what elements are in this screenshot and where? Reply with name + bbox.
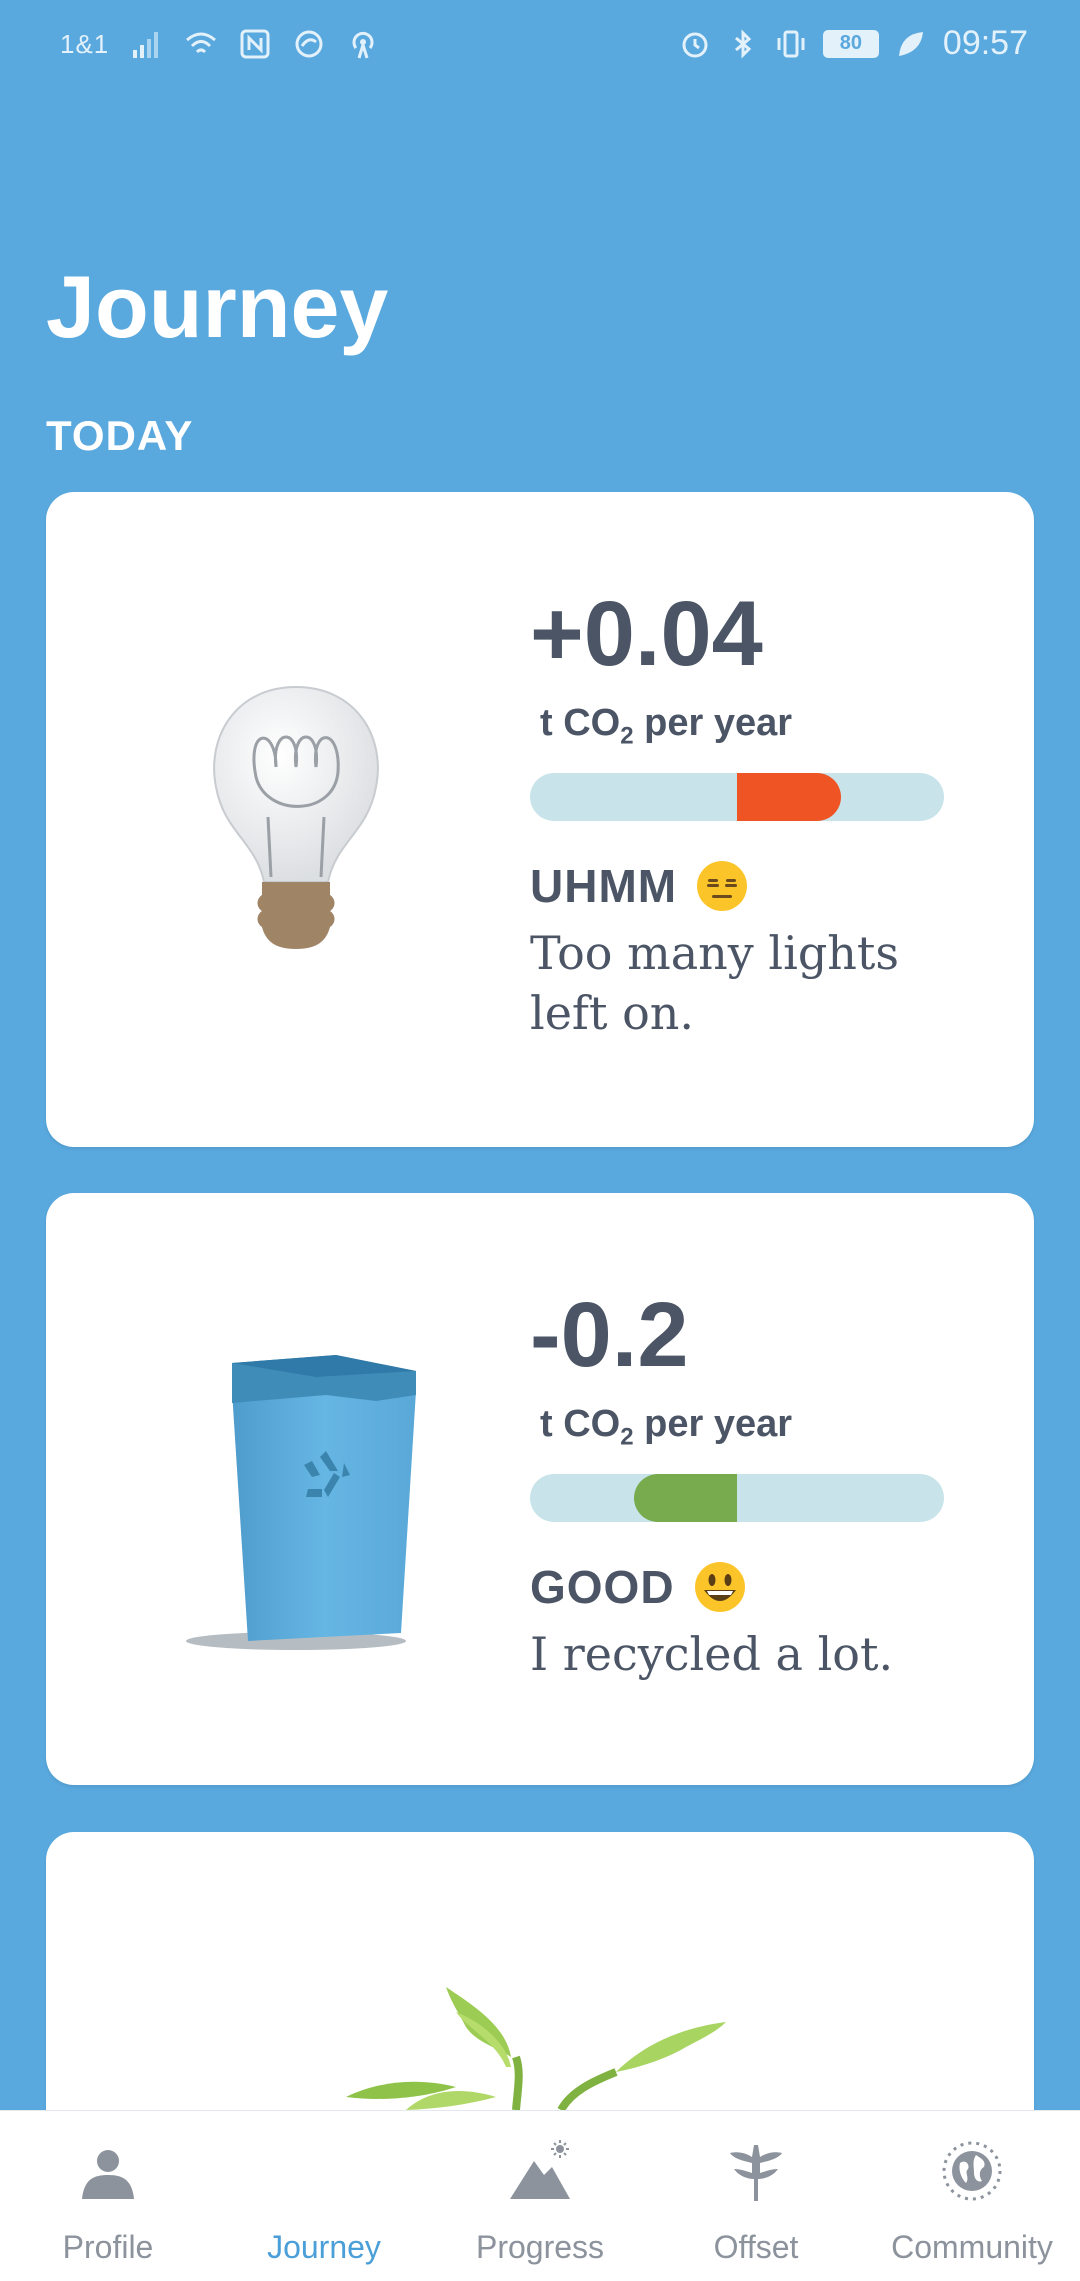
nav-item-profile[interactable]: Profile	[0, 2111, 216, 2281]
page-title: Journey	[46, 257, 389, 356]
rating-label: UHMM	[530, 859, 678, 912]
sync-icon	[295, 30, 323, 58]
nav-label: Journey	[267, 2229, 381, 2265]
status-bar: 1&1 80 09:57	[0, 0, 1080, 92]
co2-unit: t CO2 per year	[540, 702, 793, 750]
nav-item-progress[interactable]: Progress	[432, 2111, 648, 2281]
mountain-icon	[510, 2140, 570, 2199]
person-icon	[82, 2150, 134, 2199]
nav-label: Profile	[62, 2229, 154, 2265]
journey-card-lights[interactable]: +0.04 t CO2 per year UHMM Too many light…	[46, 492, 1034, 1147]
card-description: I recycled a lot.	[530, 1626, 894, 1681]
leaf-icon	[898, 31, 923, 56]
battery-level: 80	[822, 29, 879, 58]
rating-row: UHMM	[530, 859, 990, 913]
plant-icon	[346, 1987, 726, 2110]
nav-label: Offset	[713, 2229, 799, 2265]
nfc-icon	[240, 29, 270, 59]
card-info: +0.04 t CO2 per year UHMM Too many light…	[530, 588, 990, 1044]
co2-unit: t CO2 per year	[540, 1403, 793, 1451]
wifi-icon	[186, 32, 217, 54]
rating-row: GOOD	[530, 1560, 990, 1614]
card-description: Too many lights left on.	[530, 925, 899, 1041]
nav-label: Community	[891, 2229, 1053, 2265]
rating-label: GOOD	[530, 1560, 675, 1613]
globe-icon	[942, 2141, 1002, 2201]
section-label-today: TODAY	[46, 412, 194, 459]
nav-item-community[interactable]: Community	[864, 2111, 1080, 2281]
recycle-bin-icon	[186, 1355, 416, 1650]
bottom-navigation: Profile Journey Progress Offset Communit…	[0, 2110, 1080, 2281]
impact-gauge	[530, 1473, 944, 1522]
co2-delta: -0.2	[530, 1284, 689, 1386]
alarm-icon	[682, 32, 708, 57]
grinning-face-icon	[694, 1561, 745, 1612]
bluetooth-icon	[734, 28, 752, 59]
vibrate-icon	[777, 30, 805, 57]
signal-icon	[133, 32, 159, 58]
carrier-label: 1&1	[60, 28, 110, 59]
co2-delta: +0.04	[530, 583, 763, 685]
status-left: 1&1	[60, 28, 379, 60]
journey-card-recycling[interactable]: -0.2 t CO2 per year GOOD I recycled a lo…	[46, 1193, 1034, 1785]
hotspot-icon	[352, 31, 374, 59]
nav-item-offset[interactable]: Offset	[648, 2111, 864, 2281]
status-right: 80 09:57	[679, 24, 1028, 63]
impact-gauge	[530, 772, 944, 821]
lightbulb-icon	[213, 685, 379, 949]
tree-icon	[730, 2145, 782, 2201]
card-info: -0.2 t CO2 per year GOOD I recycled a lo…	[530, 1289, 990, 1684]
nav-item-journey[interactable]: Journey	[216, 2111, 432, 2281]
expressionless-face-icon	[697, 860, 748, 911]
clock-time: 09:57	[942, 24, 1028, 62]
impact-gauge-fill	[633, 1473, 737, 1522]
impact-gauge-fill	[737, 772, 841, 821]
nav-label: Progress	[475, 2229, 605, 2265]
